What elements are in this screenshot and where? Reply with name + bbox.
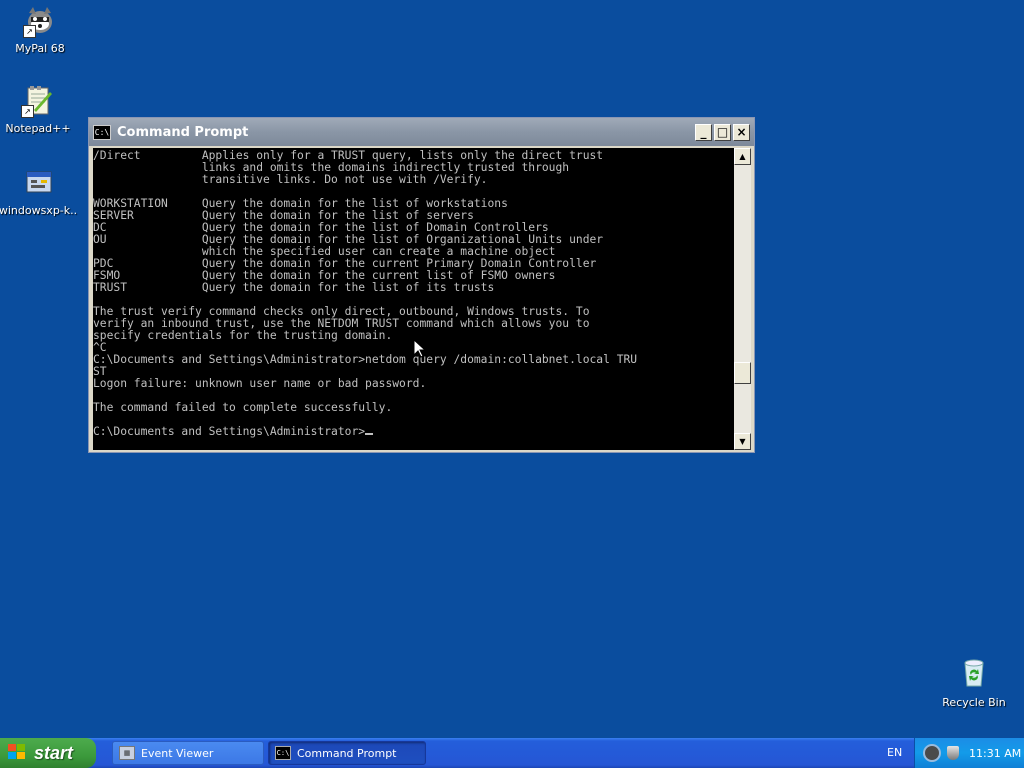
network-icon[interactable] — [923, 744, 941, 762]
clock[interactable]: 11:31 AM — [969, 747, 1021, 760]
scroll-thumb[interactable] — [734, 362, 751, 384]
desktop-icon-recycle-bin[interactable]: Recycle Bin — [938, 657, 1010, 709]
taskbar-item-event-viewer[interactable]: ▦ Event Viewer — [112, 741, 264, 765]
text-cursor — [365, 433, 374, 435]
taskbar: start ▦ Event Viewer C:\ Command Prompt … — [0, 738, 1024, 768]
console-output[interactable]: /Direct Applies only for a TRUST query, … — [93, 148, 734, 450]
desktop-icon-label: Notepad++ — [5, 122, 71, 135]
console-prompt-line[interactable]: C:\Documents and Settings\Administrator> — [93, 426, 734, 438]
desktop-icon-notepad-plus-plus[interactable]: ↗ Notepad++ — [0, 84, 78, 135]
desktop-icon-label: MyPal 68 — [15, 42, 65, 55]
notepad-plus-plus-icon: ↗ — [21, 84, 55, 118]
taskbar-item-label: Command Prompt — [297, 746, 397, 760]
mypal-icon: ↗ — [23, 4, 57, 38]
desktop-icon-mypal[interactable]: ↗ MyPal 68 — [0, 4, 80, 55]
language-indicator[interactable]: EN — [887, 746, 902, 759]
maximize-button[interactable]: □ — [714, 123, 731, 141]
scroll-down-button[interactable]: ▼ — [734, 433, 751, 450]
command-prompt-window[interactable]: C:\ Command Prompt _ □ × /Direct Applies… — [88, 117, 755, 453]
minimize-button[interactable]: _ — [695, 123, 712, 141]
shortcut-arrow-icon: ↗ — [21, 105, 34, 118]
console-text: /Direct Applies only for a TRUST query, … — [93, 149, 638, 414]
recycle-bin-icon — [964, 659, 984, 687]
mouse-pointer-icon — [414, 340, 426, 358]
window-title: Command Prompt — [117, 124, 249, 140]
start-button[interactable]: start — [0, 738, 96, 768]
shortcut-arrow-icon: ↗ — [23, 25, 36, 38]
start-label: start — [34, 742, 74, 763]
taskbar-item-command-prompt[interactable]: C:\ Command Prompt — [268, 741, 426, 765]
command-prompt-icon: C:\ — [93, 124, 111, 140]
event-viewer-icon: ▦ — [119, 746, 135, 760]
desktop-icon-windowsxp-installer[interactable]: windowsxp-k.. — [0, 166, 78, 217]
security-shield-icon[interactable] — [947, 746, 959, 760]
taskbar-item-label: Event Viewer — [141, 746, 214, 760]
desktop-icon-label: windowsxp-k.. — [0, 204, 78, 217]
installer-icon — [21, 166, 55, 200]
vertical-scrollbar[interactable]: ▲ ▼ — [734, 148, 751, 450]
scroll-up-button[interactable]: ▲ — [734, 148, 751, 165]
console-prompt: C:\Documents and Settings\Administrator> — [93, 425, 366, 438]
command-prompt-icon: C:\ — [275, 746, 291, 760]
windows-logo-icon — [8, 744, 28, 762]
close-button[interactable]: × — [733, 123, 750, 141]
window-titlebar[interactable]: C:\ Command Prompt _ □ × — [89, 118, 754, 146]
system-tray: 11:31 AM — [914, 738, 1024, 768]
recycle-bin-label: Recycle Bin — [942, 696, 1006, 709]
